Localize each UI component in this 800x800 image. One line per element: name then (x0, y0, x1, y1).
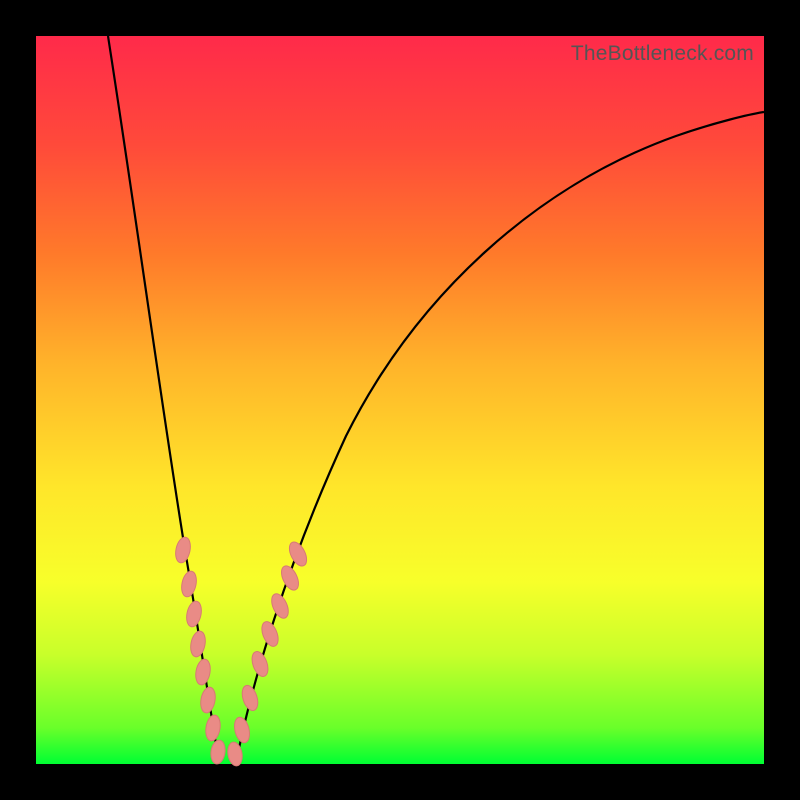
chart-frame: TheBottleneck.com (0, 0, 800, 800)
plot-area: TheBottleneck.com (36, 36, 764, 764)
curve-layer (36, 36, 764, 764)
curve-right (236, 112, 764, 763)
pill-cluster-left (173, 536, 226, 765)
curve-left (108, 36, 219, 763)
pill-cluster-right (226, 539, 310, 767)
